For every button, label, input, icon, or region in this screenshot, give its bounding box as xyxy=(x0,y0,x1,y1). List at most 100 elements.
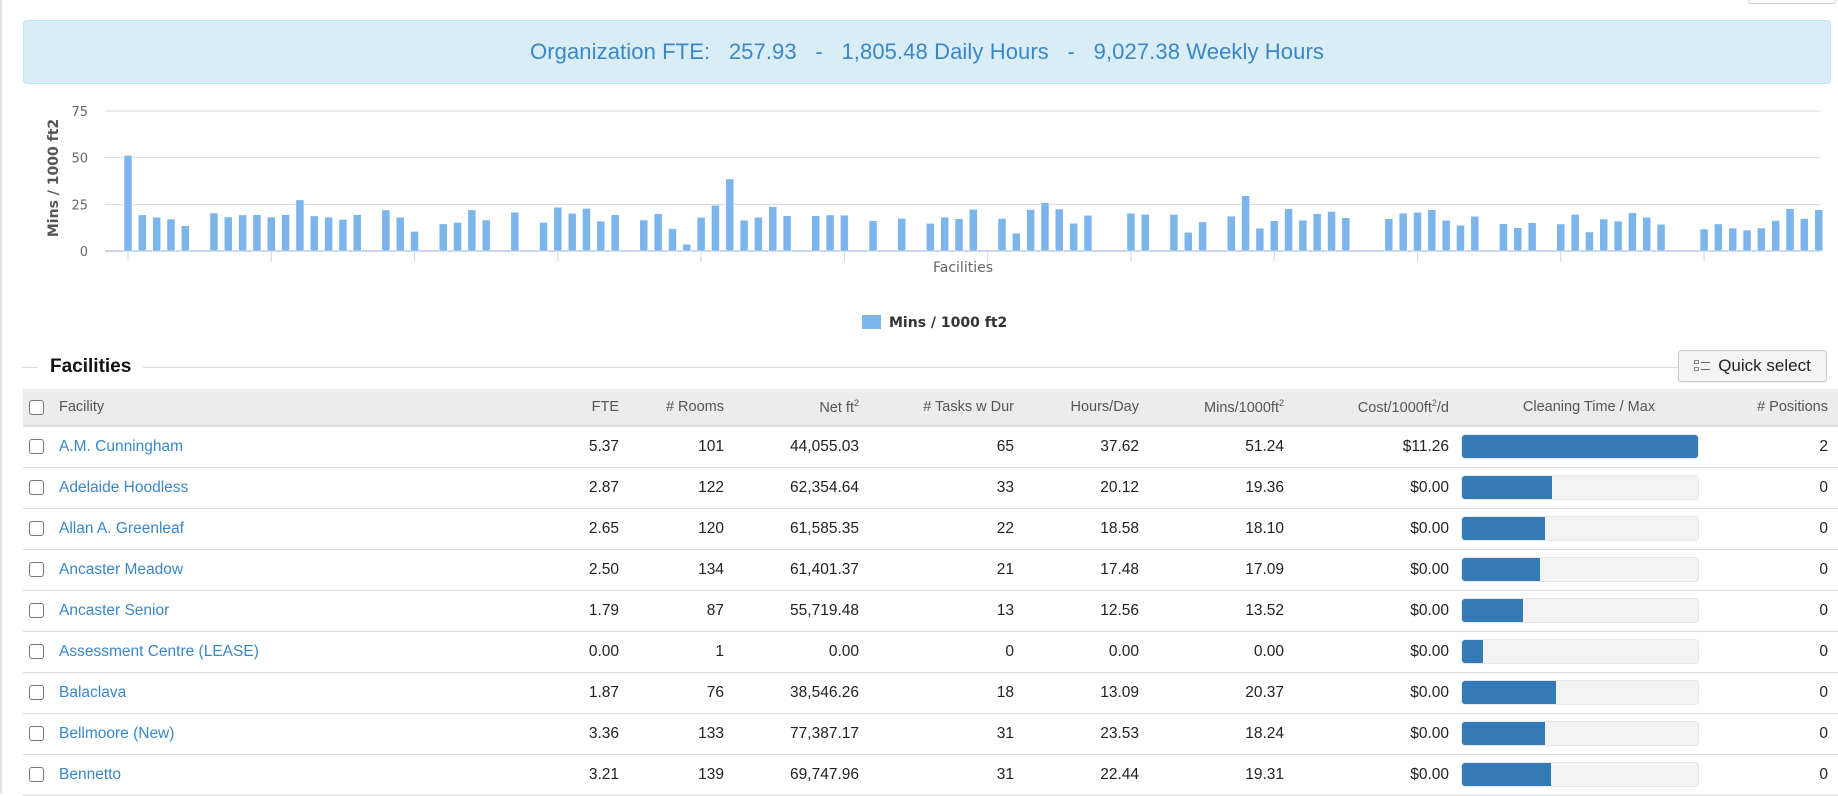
tasks-cell: 0 xyxy=(1005,642,1014,660)
bar xyxy=(596,220,606,252)
row-checkbox-cell[interactable] xyxy=(23,467,53,508)
table-row[interactable]: Ancaster Meadow 2.50 134 61,401.37 21 17… xyxy=(23,549,1838,590)
row-checkbox[interactable] xyxy=(29,439,44,455)
facility-cell: Adelaide Hoodless xyxy=(53,467,539,508)
legend-label[interactable]: Mins / 1000 ft2 xyxy=(889,315,1007,331)
bar xyxy=(1513,227,1523,252)
col-net-ft2[interactable]: Net ft2 xyxy=(734,389,869,427)
facility-link[interactable]: Adelaide Hoodless xyxy=(59,479,188,496)
row-checkbox[interactable] xyxy=(29,684,44,700)
tasks-cell: 21 xyxy=(996,560,1014,578)
row-checkbox[interactable] xyxy=(29,643,44,659)
quick-select-button[interactable]: Quick select xyxy=(1678,350,1827,382)
bar xyxy=(682,244,692,252)
bar xyxy=(1585,231,1594,252)
facility-link[interactable]: Balaclava xyxy=(59,684,126,701)
table-row[interactable]: Bennetto 3.21 139 69,747.96 31 22.44 19.… xyxy=(23,754,1838,795)
cleaning-time-cell xyxy=(1459,467,1719,508)
table-row[interactable]: Assessment Centre (LEASE) 0.00 1 0.00 0 … xyxy=(23,631,1838,672)
col-fte[interactable]: FTE xyxy=(539,389,629,427)
row-checkbox[interactable] xyxy=(29,766,44,782)
cost-cell: $0.00 xyxy=(1410,724,1449,742)
table-row[interactable]: Ancaster Senior 1.79 87 55,719.48 13 12.… xyxy=(23,590,1838,631)
bar xyxy=(1055,208,1064,252)
cleaning-time-cell xyxy=(1459,426,1719,467)
row-checkbox[interactable] xyxy=(29,602,44,618)
bar xyxy=(1141,214,1150,252)
row-checkbox[interactable] xyxy=(29,725,44,741)
row-checkbox-cell[interactable] xyxy=(23,508,53,549)
net-ft2-cell: 0.00 xyxy=(828,642,859,660)
bar xyxy=(1198,221,1207,252)
col-rooms[interactable]: # Rooms xyxy=(629,389,734,427)
row-checkbox-cell[interactable] xyxy=(23,754,53,795)
tasks-cell: 22 xyxy=(996,519,1014,537)
net-ft2-cell: 61,401.37 xyxy=(790,560,859,578)
bar xyxy=(1699,228,1709,252)
table-row[interactable]: A.M. Cunningham 5.37 101 44,055.03 65 37… xyxy=(23,426,1838,467)
cleaning-time-fill xyxy=(1462,558,1540,581)
bar xyxy=(1298,219,1308,252)
col-positions[interactable]: # Positions xyxy=(1719,389,1838,427)
facility-link[interactable]: Bellmoore (New) xyxy=(59,725,174,742)
row-checkbox-cell[interactable] xyxy=(23,426,53,467)
row-checkbox[interactable] xyxy=(29,561,44,577)
facility-cell: Bellmoore (New) xyxy=(53,713,539,754)
bar xyxy=(252,214,262,252)
top-toolbar-button[interactable] xyxy=(1748,0,1836,4)
mins-cell: 20.37 xyxy=(1245,683,1284,701)
rooms-cell: 87 xyxy=(706,601,724,619)
facility-link[interactable]: Ancaster Meadow xyxy=(59,561,183,578)
legend[interactable]: Mins / 1000 ft2 xyxy=(862,315,1007,331)
row-checkbox[interactable] xyxy=(29,479,44,495)
bar xyxy=(1398,212,1408,252)
tasks-cell: 18 xyxy=(996,683,1014,701)
cost-cell: $0.00 xyxy=(1410,642,1449,660)
facility-link[interactable]: Ancaster Senior xyxy=(59,602,169,619)
fte-cell: 1.79 xyxy=(588,601,619,619)
table-row[interactable]: Adelaide Hoodless 2.87 122 62,354.64 33 … xyxy=(23,467,1838,508)
row-checkbox-cell[interactable] xyxy=(23,713,53,754)
col-tasks[interactable]: # Tasks w Dur xyxy=(869,389,1024,427)
bar xyxy=(1040,202,1050,252)
col-mins-per-1000ft2[interactable]: Mins/1000ft2 xyxy=(1149,389,1294,427)
row-checkbox[interactable] xyxy=(29,520,44,536)
col-facility[interactable]: Facility xyxy=(53,389,539,427)
table-row[interactable]: Balaclava 1.87 76 38,546.26 18 13.09 20.… xyxy=(23,672,1838,713)
table-row[interactable]: Bellmoore (New) 3.36 133 77,387.17 31 23… xyxy=(23,713,1838,754)
col-mins-label: Mins/1000ft xyxy=(1204,399,1279,416)
bar xyxy=(825,214,835,252)
row-checkbox-cell[interactable] xyxy=(23,631,53,672)
bar xyxy=(1126,213,1136,252)
row-checkbox-cell[interactable] xyxy=(23,590,53,631)
facility-link[interactable]: Bennetto xyxy=(59,766,121,783)
facility-link[interactable]: Allan A. Greenleaf xyxy=(59,520,184,537)
facility-link[interactable]: A.M. Cunningham xyxy=(59,438,183,455)
cleaning-time-fill xyxy=(1462,599,1524,622)
table-row[interactable]: Allan A. Greenleaf 2.65 120 61,585.35 22… xyxy=(23,508,1838,549)
row-checkbox-cell[interactable] xyxy=(23,549,53,590)
select-all-checkbox-cell[interactable] xyxy=(23,389,53,427)
bar xyxy=(338,219,348,252)
cleaning-time-fill xyxy=(1462,722,1545,745)
bar xyxy=(467,209,477,252)
col-cost[interactable]: Cost/1000ft2/d xyxy=(1294,389,1459,427)
bar xyxy=(739,219,749,252)
col-hours-day[interactable]: Hours/Day xyxy=(1024,389,1149,427)
mins-cell: 19.36 xyxy=(1245,478,1284,496)
bar xyxy=(969,209,978,252)
select-all-checkbox[interactable] xyxy=(29,399,44,415)
bar xyxy=(281,214,290,252)
bar xyxy=(1413,211,1422,252)
bar xyxy=(1785,208,1795,252)
mins-cell: 13.52 xyxy=(1245,601,1284,619)
cleaning-time-fill xyxy=(1462,517,1545,540)
y-axis-label: Mins / 1000 ft2 xyxy=(46,119,62,237)
col-cleaning-time[interactable]: Cleaning Time / Max xyxy=(1459,389,1719,427)
cleaning-time-cell xyxy=(1459,508,1719,549)
row-checkbox-cell[interactable] xyxy=(23,672,53,713)
positions-cell: 0 xyxy=(1819,642,1828,660)
facility-link[interactable]: Assessment Centre (LEASE) xyxy=(59,643,259,660)
section-title: Facilities xyxy=(38,356,144,378)
bar xyxy=(1642,217,1651,252)
